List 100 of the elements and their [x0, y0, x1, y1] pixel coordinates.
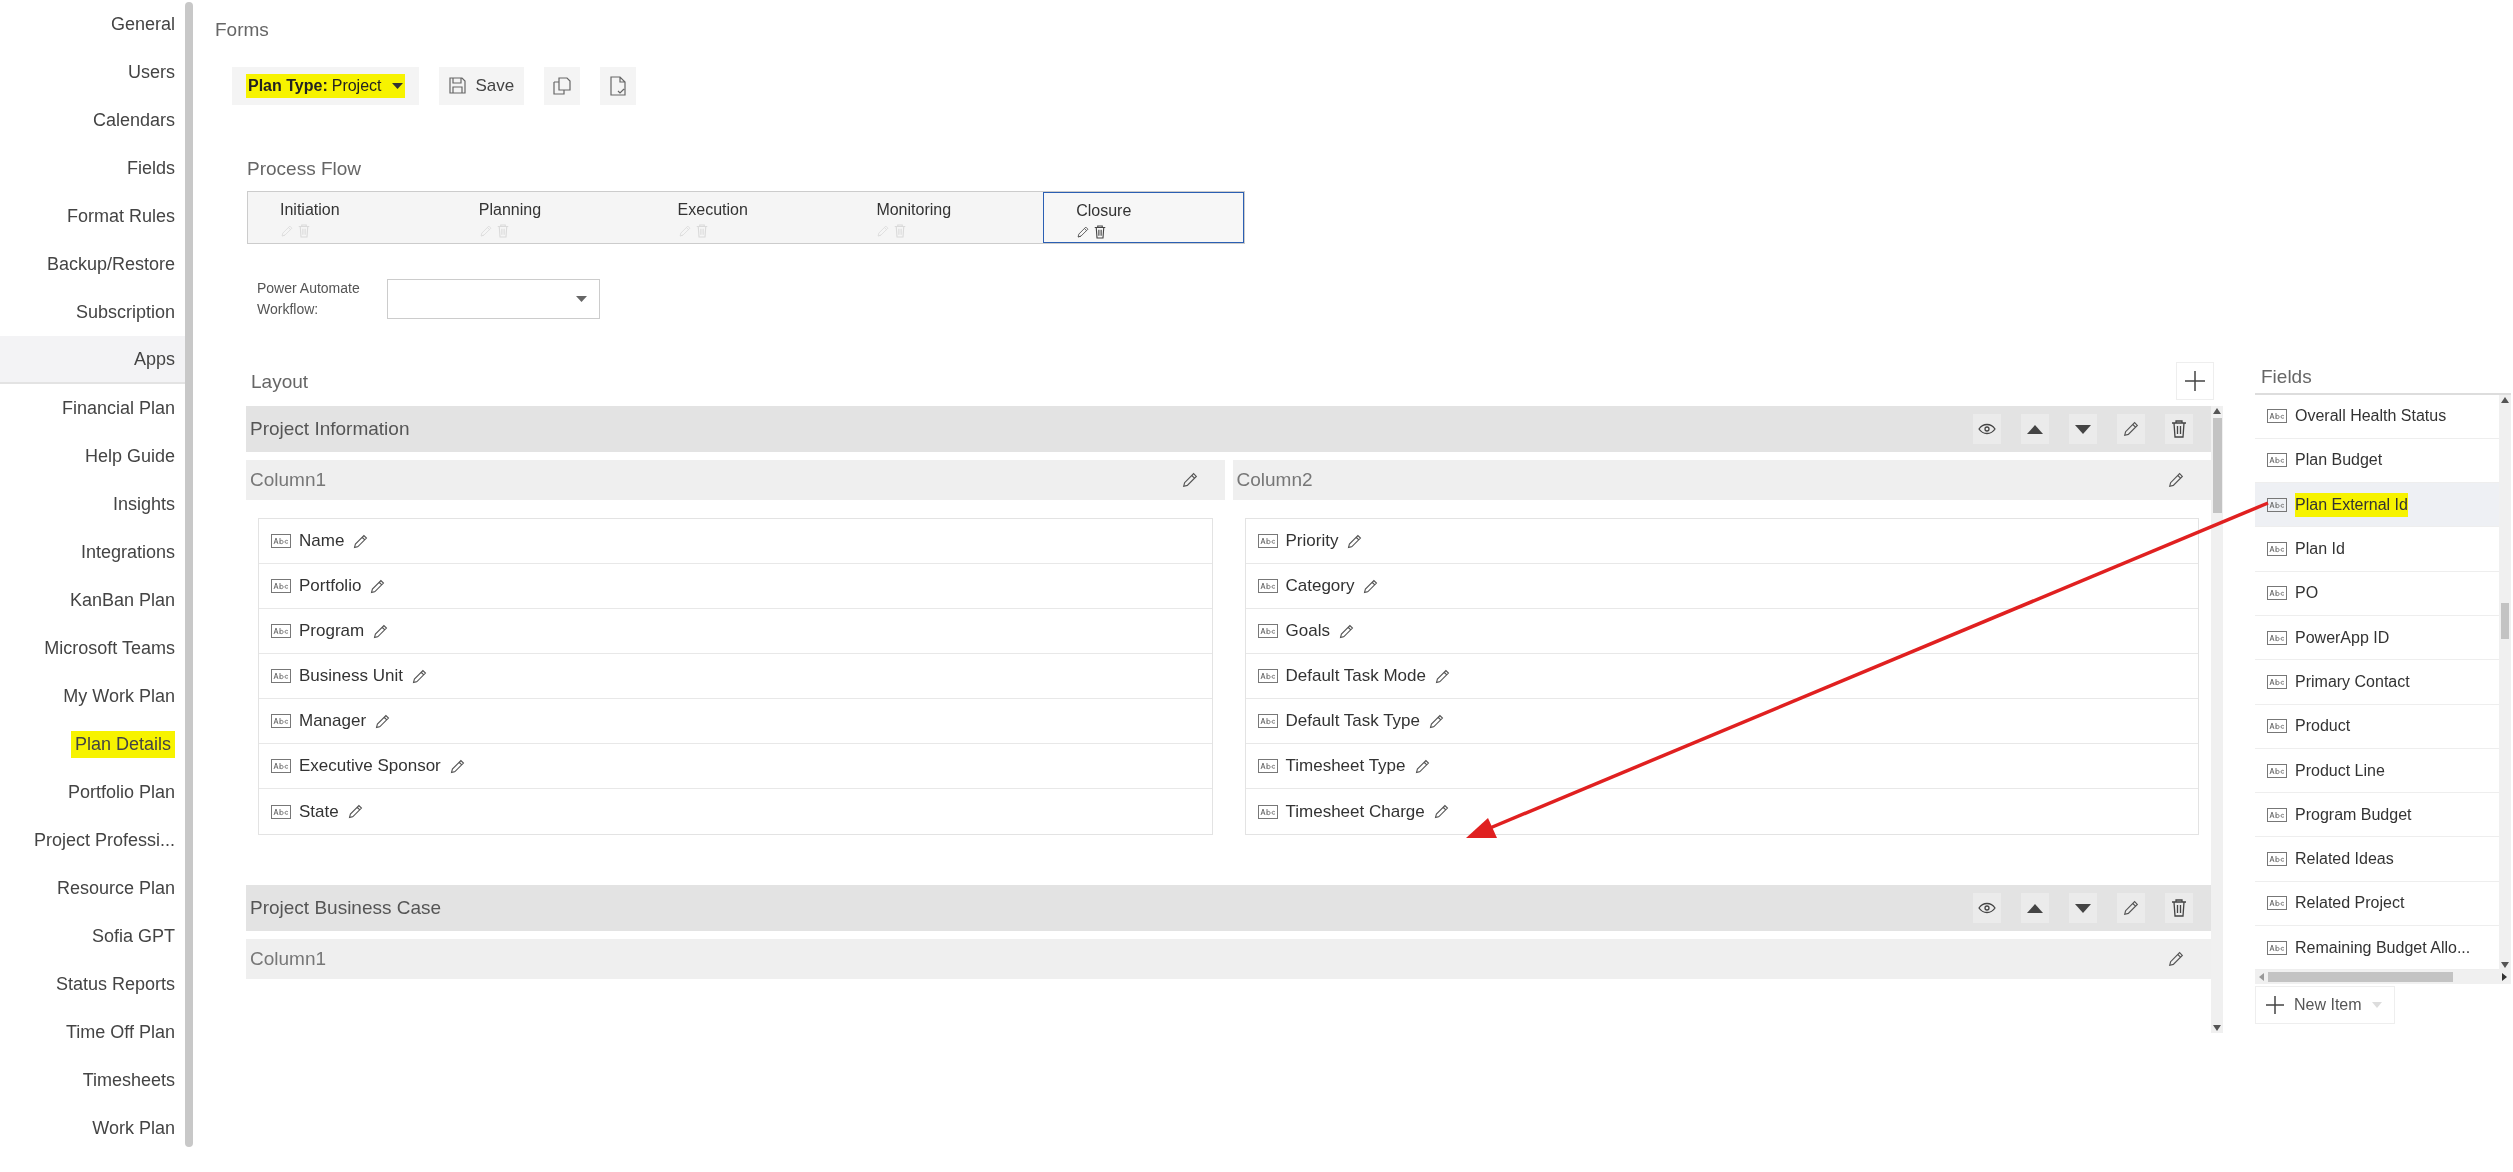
copy-button[interactable] — [544, 66, 581, 105]
text-field-icon — [271, 714, 291, 728]
sidebar-item[interactable]: My Work Plan — [0, 672, 185, 720]
pencil-icon[interactable] — [352, 532, 370, 550]
field-row[interactable]: Name — [259, 519, 1212, 564]
save-button[interactable]: Save — [438, 66, 525, 105]
sidebar-item[interactable]: General — [0, 0, 185, 48]
pencil-icon[interactable] — [1413, 757, 1431, 775]
pencil-icon[interactable] — [2122, 899, 2140, 917]
text-field-icon — [2267, 453, 2287, 468]
pencil-icon[interactable] — [1180, 471, 1199, 489]
move-down-button[interactable] — [2069, 414, 2097, 444]
sidebar-item[interactable]: Subscription — [0, 288, 185, 336]
pencil-icon[interactable] — [372, 622, 390, 640]
scroll-right-icon[interactable] — [2502, 973, 2507, 982]
field-row[interactable]: Executive Sponsor — [259, 744, 1212, 789]
pencil-icon[interactable] — [369, 577, 387, 595]
sidebar-item[interactable]: Integrations — [0, 528, 185, 576]
eye-icon — [1978, 902, 1996, 914]
sidebar-item[interactable]: Help Guide — [0, 432, 185, 480]
field-row[interactable]: Manager — [259, 699, 1212, 744]
new-item-button[interactable]: New Item — [2255, 986, 2395, 1025]
sidebar-item[interactable]: Work Plan — [0, 1104, 185, 1152]
scrollbar[interactable] — [2499, 394, 2511, 971]
move-up-button[interactable] — [2021, 414, 2049, 444]
field-row[interactable]: Default Task Type — [1245, 699, 2198, 744]
sidebar-item[interactable]: Sofia GPT — [0, 912, 185, 960]
field-label: Portfolio — [299, 575, 362, 598]
delete-button[interactable] — [2165, 893, 2193, 923]
sidebar-item[interactable]: Calendars — [0, 96, 185, 144]
field-label: Manager — [299, 710, 367, 733]
eye-button[interactable] — [1973, 893, 2001, 923]
scroll-up-icon[interactable] — [2501, 396, 2509, 403]
sidebar-item[interactable]: Insights — [0, 480, 185, 528]
field-label: State — [299, 800, 339, 823]
horizontal-scrollbar[interactable] — [2255, 970, 2511, 985]
sidebar-item[interactable]: Fields — [0, 144, 185, 192]
field-row[interactable]: Default Task Mode — [1245, 654, 2198, 699]
field-row[interactable]: Goals — [1245, 609, 2198, 654]
pencil-icon[interactable] — [374, 712, 392, 730]
scroll-down-icon[interactable] — [2213, 1025, 2221, 1031]
delete-button[interactable] — [2165, 414, 2193, 444]
process-step[interactable]: Closure — [1043, 192, 1244, 243]
pencil-icon[interactable] — [346, 803, 364, 820]
edit-button[interactable] — [2117, 893, 2145, 923]
trash-icon[interactable] — [1094, 225, 1107, 239]
page-title: Forms — [215, 18, 270, 42]
field-row[interactable]: State — [259, 789, 1212, 834]
field-label: Timesheet Type — [1285, 755, 1406, 778]
eye-button[interactable] — [1973, 414, 2001, 444]
sidebar-item[interactable]: Status Reports — [0, 960, 185, 1008]
pencil-icon[interactable] — [2167, 950, 2185, 968]
pencil-icon[interactable] — [1434, 667, 1451, 685]
sidebar-item[interactable]: Backup/Restore — [0, 240, 185, 288]
scrollbar-thumb[interactable] — [2268, 972, 2453, 983]
plan-type-dropdown[interactable]: Plan Type: Project — [232, 66, 419, 105]
sidebar-item[interactable]: Timesheets — [0, 1056, 185, 1104]
sidebar-item[interactable]: Financial Plan — [0, 384, 185, 432]
edit-icon[interactable] — [1076, 225, 1091, 239]
caret-icon — [391, 82, 403, 89]
pencil-icon[interactable] — [1346, 532, 1364, 550]
sidebar-item[interactable]: Project Professi... — [0, 816, 185, 864]
pencil-icon[interactable] — [448, 757, 466, 775]
add-button[interactable] — [2176, 362, 2214, 400]
sidebar-item[interactable]: Microsoft Teams — [0, 624, 185, 672]
pencil-icon[interactable] — [2167, 471, 2185, 489]
field-row[interactable]: Timesheet Charge — [1245, 789, 2198, 834]
field-row[interactable]: Portfolio — [259, 564, 1212, 609]
sidebar-item[interactable]: Users — [0, 48, 185, 96]
field-row[interactable]: Timesheet Type — [1245, 744, 2198, 789]
sidebar-item[interactable]: Format Rules — [0, 192, 185, 240]
sidebar-item[interactable]: Plan Details — [0, 720, 188, 768]
text-field-icon — [271, 624, 291, 638]
sidebar-item[interactable]: Resource Plan — [0, 864, 185, 912]
triangle-up-icon — [2027, 903, 2043, 913]
field-row[interactable]: Business Unit — [259, 654, 1212, 699]
scrollbar-thumb[interactable] — [2212, 418, 2222, 513]
edit-button[interactable] — [2117, 414, 2145, 444]
pencil-icon[interactable] — [1362, 577, 1380, 595]
sidebar-item[interactable]: KanBan Plan — [0, 576, 185, 624]
sidebar-item[interactable]: Apps — [0, 336, 185, 384]
sidebar-item[interactable]: Portfolio Plan — [0, 768, 185, 816]
field-row[interactable]: Priority — [1245, 519, 2198, 564]
scrollbar[interactable] — [2211, 406, 2223, 1033]
move-up-button[interactable] — [2021, 893, 2049, 923]
scrollbar[interactable] — [185, 2, 193, 1147]
document-button[interactable] — [600, 66, 637, 105]
pencil-icon[interactable] — [2122, 420, 2140, 438]
pencil-icon[interactable] — [1337, 622, 1355, 640]
pencil-icon[interactable] — [410, 667, 428, 685]
pencil-icon[interactable] — [1432, 803, 1450, 820]
text-field-icon — [2267, 497, 2287, 512]
move-down-button[interactable] — [2069, 893, 2097, 923]
scroll-up-icon[interactable] — [2213, 408, 2221, 414]
field-row[interactable]: Category — [1245, 564, 2198, 609]
scrollbar-thumb[interactable] — [2501, 602, 2509, 639]
pencil-icon[interactable] — [1428, 712, 1445, 730]
field-row[interactable]: Program — [259, 609, 1212, 654]
sidebar-item[interactable]: Time Off Plan — [0, 1008, 185, 1056]
field-list-item[interactable]: Plan External Id — [2255, 483, 2499, 528]
